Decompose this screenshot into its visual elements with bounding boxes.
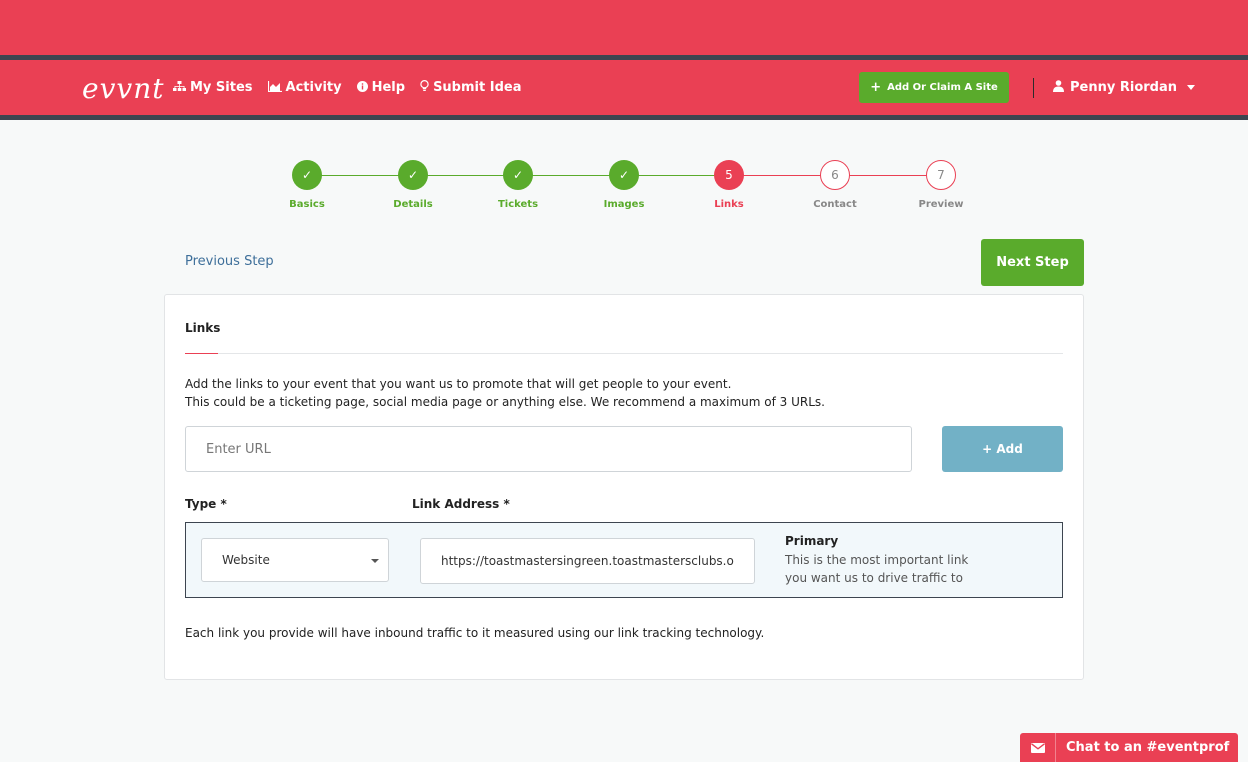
step-contact[interactable]: 6 Contact: [795, 160, 875, 210]
step-label: Links: [714, 199, 744, 210]
links-card: Links Add the links to your event that y…: [164, 294, 1084, 680]
divider: [185, 353, 1063, 354]
bottom-stripe: [0, 115, 1248, 120]
area-chart-icon: [267, 80, 282, 95]
description-line: Add the links to your event that you wan…: [185, 377, 732, 391]
type-select-value: Website: [222, 553, 270, 567]
step-details[interactable]: ✓ Details: [373, 160, 453, 210]
nav-links: My Sites Activity Help Submit Idea: [173, 60, 521, 115]
title-underline: [185, 353, 218, 354]
step-label: Details: [393, 199, 433, 210]
step-links[interactable]: 5 Links: [689, 160, 769, 210]
primary-label: Primary: [785, 534, 839, 548]
link-row: Website Primary This is the most importa…: [185, 522, 1063, 598]
chevron-down-icon: [1187, 85, 1195, 90]
progress-stepper: ✓ Basics ✓ Details ✓ Tickets ✓ Images 5 …: [267, 160, 982, 220]
card-title: Links: [185, 321, 221, 335]
top-banner: [0, 0, 1248, 55]
lightbulb-icon: [420, 79, 429, 95]
description-line: This could be a ticketing page, social m…: [185, 395, 825, 409]
user-name: Penny Riordan: [1070, 80, 1177, 95]
type-column-header: Type *: [185, 497, 227, 511]
step-preview[interactable]: 7 Preview: [901, 160, 981, 210]
step-label: Preview: [918, 199, 964, 210]
step-basics[interactable]: ✓ Basics: [267, 160, 347, 210]
nav-activity-label: Activity: [285, 80, 342, 95]
envelope-icon: [1020, 733, 1056, 762]
chat-label: Chat to an #eventprof: [1066, 740, 1230, 755]
navbar: evvnt My Sites Activity Help Submit Idea: [0, 60, 1248, 115]
link-address-input[interactable]: [420, 538, 755, 584]
check-icon: ✓: [609, 160, 639, 190]
step-number: 5: [714, 160, 744, 190]
add-site-label: Add Or Claim A Site: [887, 82, 998, 93]
caret-down-icon: [371, 559, 379, 563]
sitemap-icon: [173, 80, 186, 95]
type-select[interactable]: Website: [201, 538, 389, 582]
step-images[interactable]: ✓ Images: [584, 160, 664, 210]
user-icon: [1053, 79, 1064, 96]
add-url-button[interactable]: + Add: [942, 426, 1063, 472]
nav-help[interactable]: Help: [356, 80, 406, 95]
info-circle-icon: [356, 80, 368, 95]
tracking-footnote: Each link you provide will have inbound …: [185, 626, 765, 640]
step-tickets[interactable]: ✓ Tickets: [478, 160, 558, 210]
step-label: Tickets: [497, 199, 539, 210]
check-icon: ✓: [292, 160, 322, 190]
nav-activity[interactable]: Activity: [267, 80, 342, 95]
step-number: 7: [926, 160, 956, 190]
step-label: Basics: [289, 199, 325, 210]
plus-icon: +: [870, 80, 882, 95]
step-number: 6: [820, 160, 850, 190]
user-menu[interactable]: Penny Riordan: [1053, 60, 1195, 115]
previous-step-link[interactable]: Previous Step: [185, 254, 274, 269]
evvnt-logo[interactable]: evvnt: [82, 72, 165, 105]
nav-submit-idea-label: Submit Idea: [433, 80, 522, 95]
add-or-claim-site-button[interactable]: + Add Or Claim A Site: [859, 72, 1009, 103]
nav-my-sites[interactable]: My Sites: [173, 80, 253, 95]
check-icon: ✓: [398, 160, 428, 190]
step-label: Contact: [813, 199, 857, 210]
nav-divider: [1033, 78, 1034, 98]
nav-help-label: Help: [371, 80, 406, 95]
nav-submit-idea[interactable]: Submit Idea: [420, 79, 522, 95]
next-step-button[interactable]: Next Step: [981, 239, 1084, 286]
url-input[interactable]: [185, 426, 912, 472]
primary-description: This is the most important link you want…: [785, 553, 969, 585]
nav-my-sites-label: My Sites: [190, 80, 253, 95]
chat-widget-button[interactable]: Chat to an #eventprof: [1020, 733, 1238, 762]
check-icon: ✓: [503, 160, 533, 190]
step-label: Images: [603, 199, 645, 210]
link-address-column-header: Link Address *: [412, 497, 510, 511]
card-description: Add the links to your event that you wan…: [185, 375, 825, 411]
